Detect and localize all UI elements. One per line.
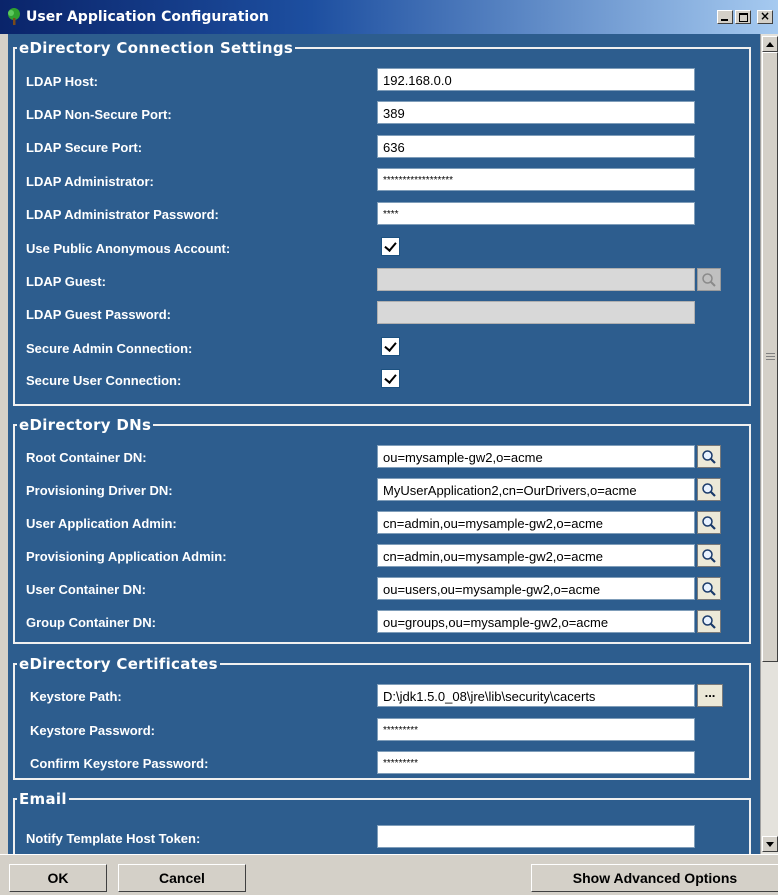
scroll-thumb[interactable] — [762, 52, 778, 662]
user-app-admin-label: User Application Admin: — [26, 516, 177, 531]
ldap-admin-password-label: LDAP Administrator Password: — [26, 207, 219, 222]
search-icon — [702, 273, 716, 287]
secure-admin-connection-checkbox[interactable] — [381, 337, 400, 356]
user-app-admin-input[interactable]: cn=admin,ou=mysample-gw2,o=acme — [377, 511, 695, 534]
ldap-nonsecure-port-label: LDAP Non-Secure Port: — [26, 107, 172, 122]
close-button[interactable]: × — [757, 9, 773, 24]
ldap-admin-password-input[interactable]: **** — [377, 202, 695, 225]
certificates-legend: eDirectory Certificates — [19, 655, 218, 673]
secure-user-connection-checkbox[interactable] — [381, 369, 400, 388]
configuration-panel: eDirectory Connection Settings LDAP Host… — [8, 34, 760, 854]
search-icon — [702, 549, 716, 563]
provisioning-driver-label: Provisioning Driver DN: — [26, 483, 173, 498]
ldap-nonsecure-port-input[interactable]: 389 — [377, 101, 695, 124]
connection-settings-legend: eDirectory Connection Settings — [19, 39, 294, 57]
tree-icon — [8, 8, 20, 25]
maximize-button[interactable] — [735, 10, 751, 24]
provisioning-app-admin-label: Provisioning Application Admin: — [26, 549, 227, 564]
title-bar: User Application Configuration × — [0, 0, 778, 34]
search-icon — [702, 483, 716, 497]
scroll-up-button[interactable] — [762, 36, 778, 52]
ldap-guest-input[interactable] — [377, 268, 695, 291]
vertical-scrollbar[interactable] — [760, 34, 778, 854]
provisioning-app-admin-input[interactable]: cn=admin,ou=mysample-gw2,o=acme — [377, 544, 695, 567]
root-container-lookup-button[interactable] — [697, 445, 721, 468]
user-container-input[interactable]: ou=users,ou=mysample-gw2,o=acme — [377, 577, 695, 600]
search-icon — [702, 615, 716, 629]
keystore-path-label: Keystore Path: — [30, 689, 122, 704]
show-advanced-options-button[interactable]: Show Advanced Options — [531, 864, 778, 892]
user-app-admin-lookup-button[interactable] — [697, 511, 721, 534]
minimize-button[interactable] — [717, 10, 733, 24]
keystore-password-label: Keystore Password: — [30, 723, 155, 738]
root-container-input[interactable]: ou=mysample-gw2,o=acme — [377, 445, 695, 468]
provisioning-driver-input[interactable]: MyUserApplication2,cn=OurDrivers,o=acme — [377, 478, 695, 501]
ldap-host-input[interactable]: 192.168.0.0 — [377, 68, 695, 91]
search-icon — [702, 582, 716, 596]
user-container-label: User Container DN: — [26, 582, 146, 597]
provisioning-driver-lookup-button[interactable] — [697, 478, 721, 501]
ldap-guest-password-label: LDAP Guest Password: — [26, 307, 171, 322]
email-legend: Email — [19, 790, 67, 808]
scroll-down-button[interactable] — [762, 836, 778, 852]
confirm-keystore-password-label: Confirm Keystore Password: — [30, 756, 209, 771]
provisioning-app-admin-lookup-button[interactable] — [697, 544, 721, 567]
ldap-host-label: LDAP Host: — [26, 74, 98, 89]
search-icon — [702, 516, 716, 530]
secure-admin-connection-label: Secure Admin Connection: — [26, 341, 193, 356]
user-container-lookup-button[interactable] — [697, 577, 721, 600]
use-public-anonymous-label: Use Public Anonymous Account: — [26, 241, 231, 256]
notify-host-token-label: Notify Template Host Token: — [26, 831, 201, 846]
confirm-keystore-password-input[interactable]: ********* — [377, 751, 695, 774]
ldap-administrator-input[interactable]: ****************** — [377, 168, 695, 191]
dns-legend: eDirectory DNs — [19, 416, 152, 434]
root-container-label: Root Container DN: — [26, 450, 147, 465]
group-container-lookup-button[interactable] — [697, 610, 721, 633]
button-bar: OK Cancel Show Advanced Options — [0, 854, 778, 895]
ok-button[interactable]: OK — [9, 864, 107, 892]
ldap-administrator-label: LDAP Administrator: — [26, 174, 154, 189]
keystore-path-input[interactable]: D:\jdk1.5.0_08\jre\lib\security\cacerts — [377, 684, 695, 707]
ldap-secure-port-label: LDAP Secure Port: — [26, 140, 143, 155]
keystore-password-input[interactable]: ********* — [377, 718, 695, 741]
ldap-guest-lookup-button[interactable] — [697, 268, 721, 291]
scroll-grip-icon — [766, 353, 775, 354]
window-title: User Application Configuration — [26, 9, 269, 25]
secure-user-connection-label: Secure User Connection: — [26, 373, 182, 388]
ldap-secure-port-input[interactable]: 636 — [377, 135, 695, 158]
ldap-guest-label: LDAP Guest: — [26, 274, 106, 289]
ldap-guest-password-input[interactable] — [377, 301, 695, 324]
notify-host-token-input[interactable] — [377, 825, 695, 848]
keystore-browse-button[interactable]: ... — [697, 684, 723, 707]
cancel-button[interactable]: Cancel — [118, 864, 246, 892]
use-public-anonymous-checkbox[interactable] — [381, 237, 400, 256]
group-container-label: Group Container DN: — [26, 615, 156, 630]
close-icon: × — [759, 9, 771, 23]
group-container-input[interactable]: ou=groups,ou=mysample-gw2,o=acme — [377, 610, 695, 633]
search-icon — [702, 450, 716, 464]
